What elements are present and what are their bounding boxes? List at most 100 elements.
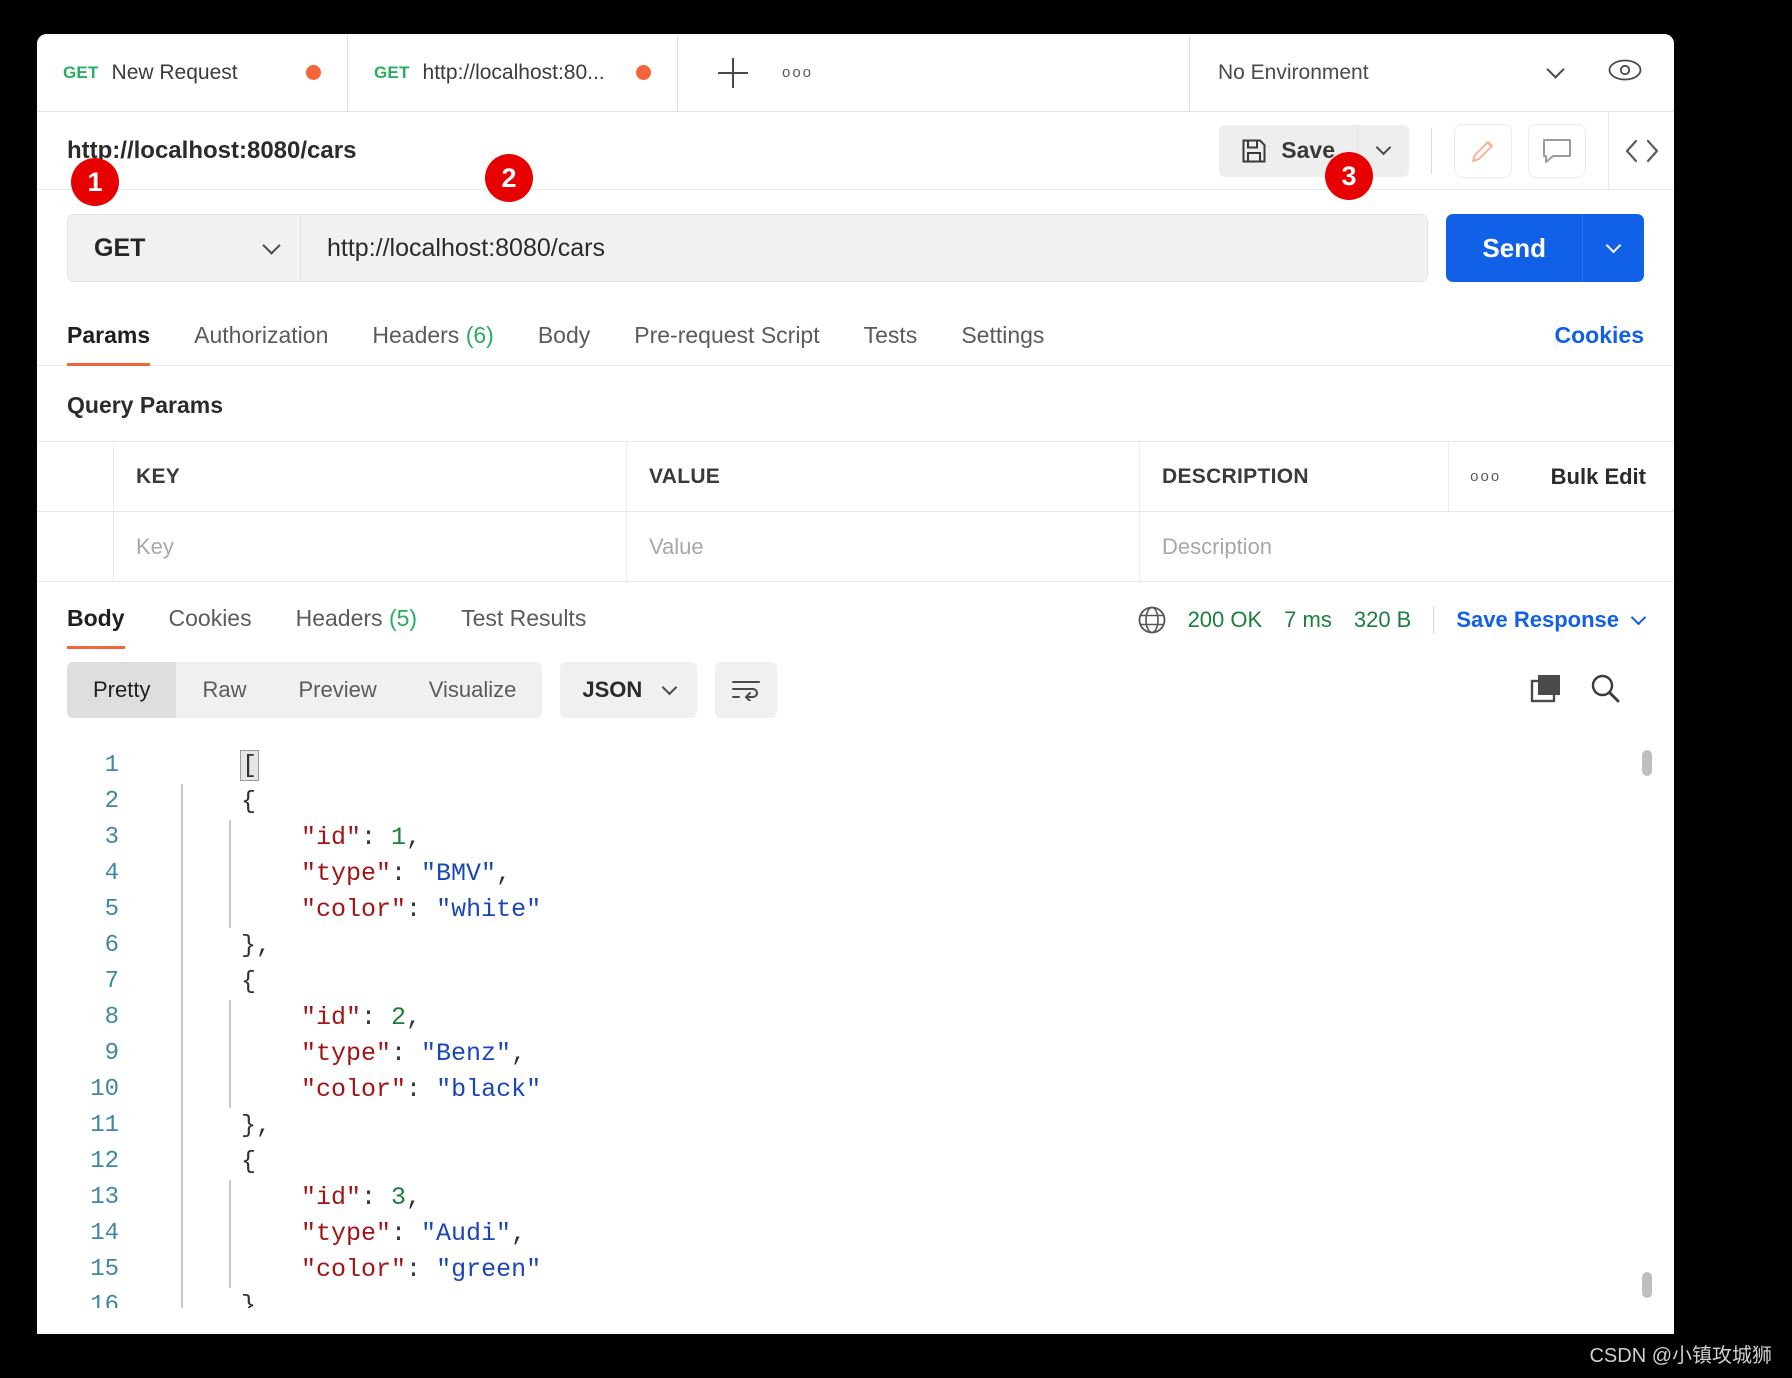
request-tab-1-name: New Request bbox=[111, 60, 238, 84]
response-time: 7 ms bbox=[1284, 607, 1332, 632]
code-text: { bbox=[241, 784, 256, 820]
code-text: [ bbox=[240, 748, 260, 784]
code-text: "type": "Benz", bbox=[241, 1036, 526, 1072]
code-token: : bbox=[361, 1183, 392, 1212]
indent-guides bbox=[153, 784, 241, 820]
response-body-code[interactable]: 1[2{3 "id": 1, 4 "type": "BMV", 5 "color":… bbox=[37, 732, 1674, 1308]
indent-guides bbox=[153, 964, 241, 1000]
url-input[interactable]: http://localhost:8080/cars bbox=[300, 214, 1429, 282]
response-scrollbar[interactable] bbox=[1642, 750, 1652, 1298]
http-method-selector[interactable]: GET bbox=[67, 214, 300, 282]
row-checkbox-cell[interactable] bbox=[37, 512, 114, 581]
tab-headers-label: Headers bbox=[372, 322, 460, 348]
view-mode-raw[interactable]: Raw bbox=[176, 662, 272, 718]
bulk-edit-button[interactable]: Bulk Edit bbox=[1523, 442, 1674, 511]
indent-guides bbox=[153, 1108, 241, 1144]
chevron-down-icon bbox=[662, 679, 678, 695]
param-value-input[interactable]: Value bbox=[627, 512, 1140, 581]
code-token: , bbox=[406, 823, 422, 852]
code-token: "Audi" bbox=[421, 1219, 512, 1248]
code-line: 13 "id": 3, bbox=[37, 1180, 1674, 1216]
environment-selector[interactable]: No Environment bbox=[1190, 34, 1590, 111]
environment-quick-look-eye-icon[interactable] bbox=[1590, 59, 1674, 86]
indent-guides bbox=[153, 1072, 241, 1108]
tab-params[interactable]: Params bbox=[67, 322, 151, 366]
comments-button[interactable] bbox=[1528, 123, 1586, 178]
code-token: "color" bbox=[301, 895, 407, 924]
param-key-input[interactable]: Key bbox=[114, 512, 627, 581]
tab-tests[interactable]: Tests bbox=[864, 322, 918, 365]
wrap-lines-button[interactable] bbox=[715, 662, 778, 718]
code-token: , bbox=[406, 1183, 422, 1212]
column-header-description: DESCRIPTION bbox=[1162, 464, 1309, 488]
response-tab-body[interactable]: Body bbox=[67, 605, 125, 649]
code-token: : bbox=[406, 1075, 437, 1104]
code-token: : bbox=[391, 859, 422, 888]
code-line: 12 { bbox=[37, 1144, 1674, 1180]
code-text: "id": 3, bbox=[241, 1180, 421, 1216]
code-token: : bbox=[361, 1003, 392, 1032]
code-line: 4 "type": "BMV", bbox=[37, 856, 1674, 892]
chevron-down-icon bbox=[1605, 237, 1622, 253]
request-tab-2[interactable]: GET http://localhost:80... bbox=[348, 34, 678, 111]
scrollbar-thumb-bottom[interactable] bbox=[1642, 1272, 1652, 1298]
tab-params-label: Params bbox=[67, 322, 151, 348]
meta-divider bbox=[1433, 606, 1435, 634]
tab-headers[interactable]: Headers (6) bbox=[372, 322, 493, 365]
code-token: "id" bbox=[301, 823, 362, 852]
search-icon bbox=[1591, 674, 1620, 702]
view-mode-visualize[interactable]: Visualize bbox=[403, 662, 543, 718]
response-view-bar: Pretty Raw Preview Visualize JSON bbox=[37, 648, 1674, 732]
code-token: : bbox=[391, 1219, 422, 1248]
request-section-tabs: Params Authorization Headers (6) Body Pr… bbox=[37, 304, 1674, 366]
copy-button[interactable] bbox=[1530, 673, 1562, 708]
code-token: "type" bbox=[301, 859, 392, 888]
tab-pre-request-script[interactable]: Pre-request Script bbox=[634, 322, 819, 365]
response-tab-headers[interactable]: Headers (5) bbox=[296, 605, 417, 648]
code-text: { bbox=[241, 1144, 256, 1180]
request-tab-2-name: http://localhost:80... bbox=[422, 60, 605, 84]
code-token: 2 bbox=[391, 1003, 407, 1032]
send-options-button[interactable] bbox=[1582, 214, 1644, 282]
chevron-down-icon bbox=[1546, 60, 1565, 79]
request-title-row: http://localhost:8080/cars Save bbox=[37, 111, 1674, 190]
table-options-icon[interactable]: ooo bbox=[1447, 442, 1523, 511]
response-section-tabs: Body Cookies Headers (5) Test Results 20… bbox=[37, 582, 1674, 649]
cookies-link[interactable]: Cookies bbox=[1555, 322, 1644, 365]
wrap-lines-icon bbox=[732, 681, 761, 701]
response-format-selector[interactable]: JSON bbox=[560, 662, 698, 718]
response-size: 320 B bbox=[1353, 607, 1412, 632]
chevron-down-icon bbox=[262, 235, 281, 255]
edit-request-button[interactable] bbox=[1454, 123, 1512, 178]
code-token: { bbox=[241, 1147, 257, 1176]
search-button[interactable] bbox=[1590, 673, 1620, 708]
code-line: 16}, bbox=[37, 1288, 1674, 1308]
response-tab-test-results[interactable]: Test Results bbox=[461, 605, 586, 648]
save-response-button[interactable]: Save Response bbox=[1456, 607, 1647, 633]
tab-body[interactable]: Body bbox=[538, 322, 590, 365]
tab-settings[interactable]: Settings bbox=[961, 322, 1044, 365]
tab-tests-label: Tests bbox=[863, 322, 918, 348]
indent-guides bbox=[153, 856, 241, 892]
query-params-heading: Query Params bbox=[67, 392, 223, 418]
view-mode-preview[interactable]: Preview bbox=[272, 662, 402, 718]
tab-more-options-icon[interactable]: ooo bbox=[782, 65, 813, 80]
pencil-icon bbox=[1472, 140, 1493, 162]
view-mode-pretty[interactable]: Pretty bbox=[67, 662, 177, 718]
line-number: 3 bbox=[104, 824, 119, 851]
environment-label: No Environment bbox=[1218, 60, 1369, 84]
line-number: 8 bbox=[104, 1004, 119, 1031]
tab-settings-label: Settings bbox=[961, 322, 1045, 348]
request-tab-1[interactable]: GET New Request bbox=[37, 34, 348, 111]
send-button[interactable]: Send bbox=[1446, 214, 1582, 282]
new-tab-plus-icon[interactable] bbox=[718, 57, 748, 88]
code-snippet-button[interactable] bbox=[1608, 111, 1674, 190]
scrollbar-thumb-top[interactable] bbox=[1642, 750, 1652, 776]
code-brackets-icon bbox=[1625, 139, 1658, 162]
response-tab-cookies[interactable]: Cookies bbox=[169, 605, 252, 648]
line-number: 1 bbox=[104, 752, 119, 779]
code-line: 10 "color": "black" bbox=[37, 1072, 1674, 1108]
code-token: , bbox=[511, 1219, 527, 1248]
tab-authorization[interactable]: Authorization bbox=[194, 322, 328, 365]
param-description-input[interactable]: Description bbox=[1140, 512, 1674, 581]
